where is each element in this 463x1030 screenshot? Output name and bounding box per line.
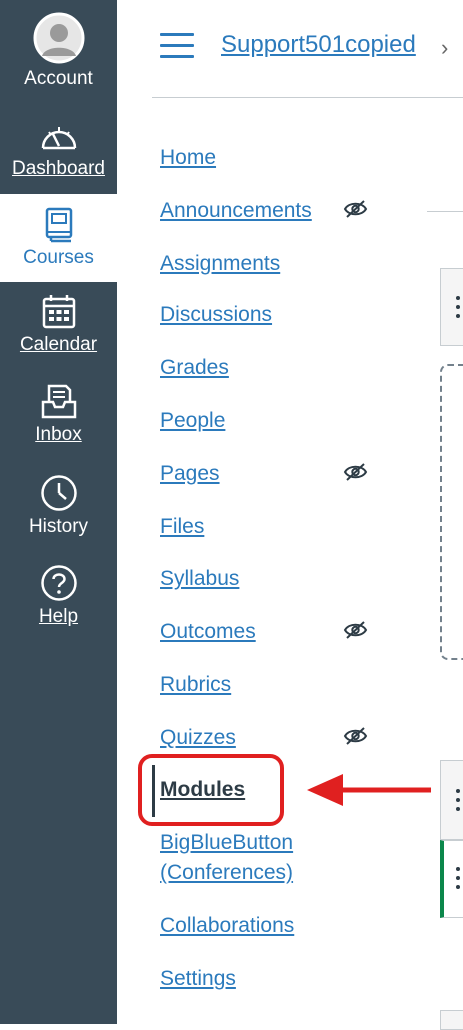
dashboard-icon <box>41 127 76 150</box>
red-arrow-icon <box>307 774 431 806</box>
course-nav-files[interactable]: Files <box>160 515 204 539</box>
eye-slash-icon <box>343 621 368 639</box>
global-nav-courses-label: Courses <box>23 247 94 268</box>
breadcrumb-chevron-icon: › <box>441 35 449 60</box>
course-nav-announcements[interactable]: Announcements <box>160 199 312 223</box>
course-nav-grades[interactable]: Grades <box>160 356 229 380</box>
eye-slash-icon <box>343 727 368 745</box>
global-nav-inbox[interactable]: Inbox <box>0 384 117 446</box>
global-nav-account[interactable]: Account <box>0 12 117 90</box>
content-divider <box>427 211 463 212</box>
course-nav-discussions[interactable]: Discussions <box>160 303 272 327</box>
course-nav-settings[interactable]: Settings <box>160 967 236 991</box>
course-nav-people[interactable]: People <box>160 409 225 433</box>
global-nav-calendar[interactable]: Calendar <box>0 294 117 356</box>
course-nav-rubrics[interactable]: Rubrics <box>160 673 231 697</box>
drag-handle-icon[interactable] <box>456 789 460 811</box>
calendar-icon <box>42 295 75 329</box>
global-nav-history[interactable]: History <box>0 474 117 538</box>
course-nav-collaborations[interactable]: Collaborations <box>160 914 294 938</box>
global-nav-dashboard-label: Dashboard <box>12 158 105 179</box>
eye-slash-icon <box>343 200 368 218</box>
help-icon <box>40 565 77 601</box>
header-divider <box>152 97 463 98</box>
inbox-icon <box>41 384 76 419</box>
course-nav-quizzes[interactable]: Quizzes <box>160 726 236 750</box>
hamburger-icon <box>160 33 194 36</box>
empty-module-dropzone <box>440 364 463 660</box>
avatar-icon <box>33 12 84 64</box>
course-nav-bigbluebutton-line2[interactable]: (Conferences) <box>160 861 293 885</box>
course-nav-bigbluebutton-line1[interactable]: BigBlueButton <box>160 831 293 855</box>
courses-icon <box>45 207 72 243</box>
breadcrumb-course-link[interactable]: Support501copied <box>221 31 416 59</box>
course-nav-outcomes[interactable]: Outcomes <box>160 620 256 644</box>
course-nav-home[interactable]: Home <box>160 146 216 170</box>
module-header <box>440 1010 463 1030</box>
global-nav-courses[interactable]: Courses <box>0 194 117 282</box>
drag-handle-icon[interactable] <box>456 296 460 318</box>
eye-slash-icon <box>343 463 368 481</box>
global-nav-inbox-label: Inbox <box>35 424 82 445</box>
course-nav-assignments[interactable]: Assignments <box>160 252 280 276</box>
global-nav-account-label: Account <box>24 68 93 89</box>
global-nav-help-label: Help <box>38 606 79 627</box>
global-nav-dashboard[interactable]: Dashboard <box>0 122 117 180</box>
course-menu-toggle-button[interactable] <box>160 33 194 59</box>
global-nav-help[interactable]: Help <box>0 564 117 628</box>
course-nav-syllabus[interactable]: Syllabus <box>160 567 239 591</box>
course-nav-pages[interactable]: Pages <box>160 462 220 486</box>
global-nav-history-label: History <box>28 516 89 537</box>
global-navigation: Account Dashboard Courses Calendar Inbox… <box>0 0 117 1024</box>
history-icon <box>40 475 77 511</box>
modules-highlight-box <box>138 754 284 826</box>
drag-handle-icon[interactable] <box>456 867 460 889</box>
global-nav-calendar-label: Calendar <box>19 334 98 355</box>
